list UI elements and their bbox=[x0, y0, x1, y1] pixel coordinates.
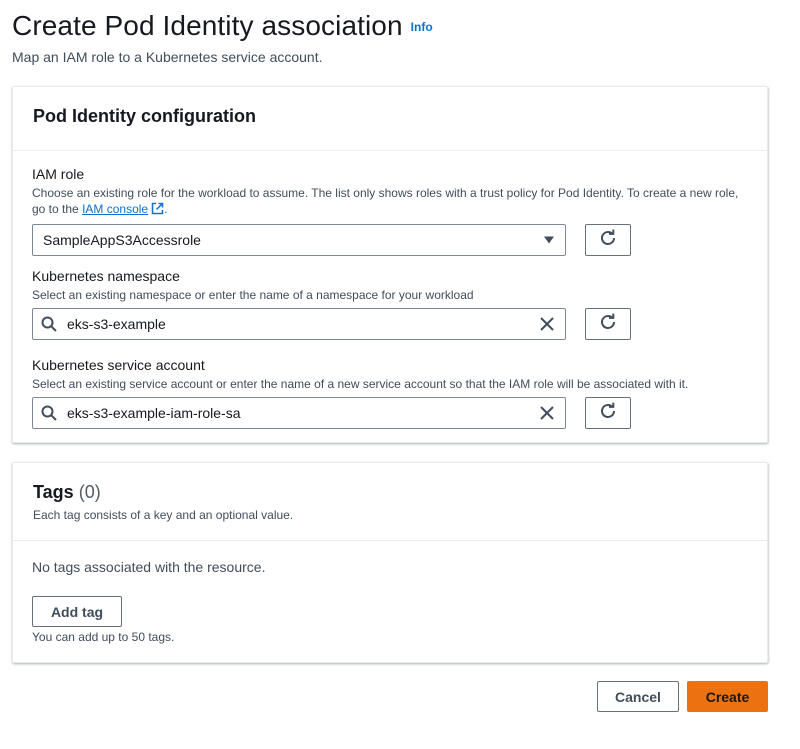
namespace-label: Kubernetes namespace bbox=[32, 268, 180, 284]
namespace-input-row: eks-s3-example bbox=[32, 308, 747, 340]
tags-title: Tags (0) bbox=[33, 482, 747, 503]
iam-role-select-value: SampleAppS3Accessrole bbox=[43, 232, 201, 248]
service-account-field: Kubernetes service account Select an exi… bbox=[32, 357, 747, 429]
refresh-icon bbox=[599, 229, 617, 252]
tags-description: Each tag consists of a key and an option… bbox=[33, 508, 294, 522]
iam-role-input-row: SampleAppS3Accessrole bbox=[32, 224, 747, 256]
cancel-button[interactable]: Cancel bbox=[597, 681, 679, 712]
page-subtitle: Map an IAM role to a Kubernetes service … bbox=[12, 49, 323, 65]
namespace-description: Select an existing namespace or enter th… bbox=[32, 288, 474, 302]
search-icon bbox=[41, 405, 57, 421]
divider bbox=[13, 150, 767, 151]
iam-console-link-text: IAM console bbox=[82, 202, 149, 216]
pod-identity-configuration-panel: Pod Identity configuration IAM role Choo… bbox=[12, 86, 768, 443]
divider bbox=[13, 540, 767, 541]
namespace-refresh-button[interactable] bbox=[585, 308, 631, 340]
service-account-autosuggest[interactable]: eks-s3-example-iam-role-sa bbox=[32, 397, 566, 429]
iam-role-description: Choose an existing role for the workload… bbox=[32, 185, 747, 219]
service-account-label: Kubernetes service account bbox=[32, 357, 205, 373]
caret-down-icon bbox=[543, 235, 555, 245]
iam-role-select[interactable]: SampleAppS3Accessrole bbox=[32, 224, 566, 256]
namespace-field: Kubernetes namespace Select an existing … bbox=[32, 268, 747, 340]
tags-empty-state: No tags associated with the resource. bbox=[32, 559, 266, 575]
create-button[interactable]: Create bbox=[687, 681, 768, 712]
namespace-autosuggest[interactable]: eks-s3-example bbox=[32, 308, 566, 340]
iam-role-label: IAM role bbox=[32, 166, 85, 182]
iam-console-link[interactable]: IAM console bbox=[82, 202, 164, 216]
service-account-refresh-button[interactable] bbox=[585, 397, 631, 429]
tags-limit-text: You can add up to 50 tags. bbox=[32, 630, 175, 644]
clear-icon[interactable] bbox=[539, 405, 555, 421]
service-account-input-row: eks-s3-example-iam-role-sa bbox=[32, 397, 747, 429]
tags-title-text: Tags bbox=[33, 482, 74, 502]
service-account-input-value: eks-s3-example-iam-role-sa bbox=[67, 405, 241, 421]
add-tag-button[interactable]: Add tag bbox=[32, 596, 122, 627]
external-link-icon bbox=[151, 202, 164, 219]
service-account-description: Select an existing service account or en… bbox=[32, 377, 689, 391]
panel-header: Pod Identity configuration bbox=[13, 87, 767, 127]
clear-icon[interactable] bbox=[539, 316, 555, 332]
refresh-icon bbox=[599, 313, 617, 336]
tags-count: (0) bbox=[78, 482, 101, 502]
search-icon bbox=[41, 316, 57, 332]
iam-role-refresh-button[interactable] bbox=[585, 224, 631, 256]
refresh-icon bbox=[599, 402, 617, 425]
tags-panel: Tags (0) Each tag consists of a key and … bbox=[12, 462, 768, 663]
tags-header: Tags (0) Each tag consists of a key and … bbox=[13, 463, 767, 522]
iam-role-description-end: . bbox=[164, 202, 168, 216]
panel-title: Pod Identity configuration bbox=[33, 106, 256, 126]
info-link[interactable]: Info bbox=[411, 20, 433, 34]
namespace-input-value: eks-s3-example bbox=[67, 316, 166, 332]
iam-role-field: IAM role Choose an existing role for the… bbox=[32, 166, 747, 256]
page-header: Create Pod Identity association Info bbox=[12, 10, 433, 42]
page-title: Create Pod Identity association bbox=[12, 10, 403, 41]
